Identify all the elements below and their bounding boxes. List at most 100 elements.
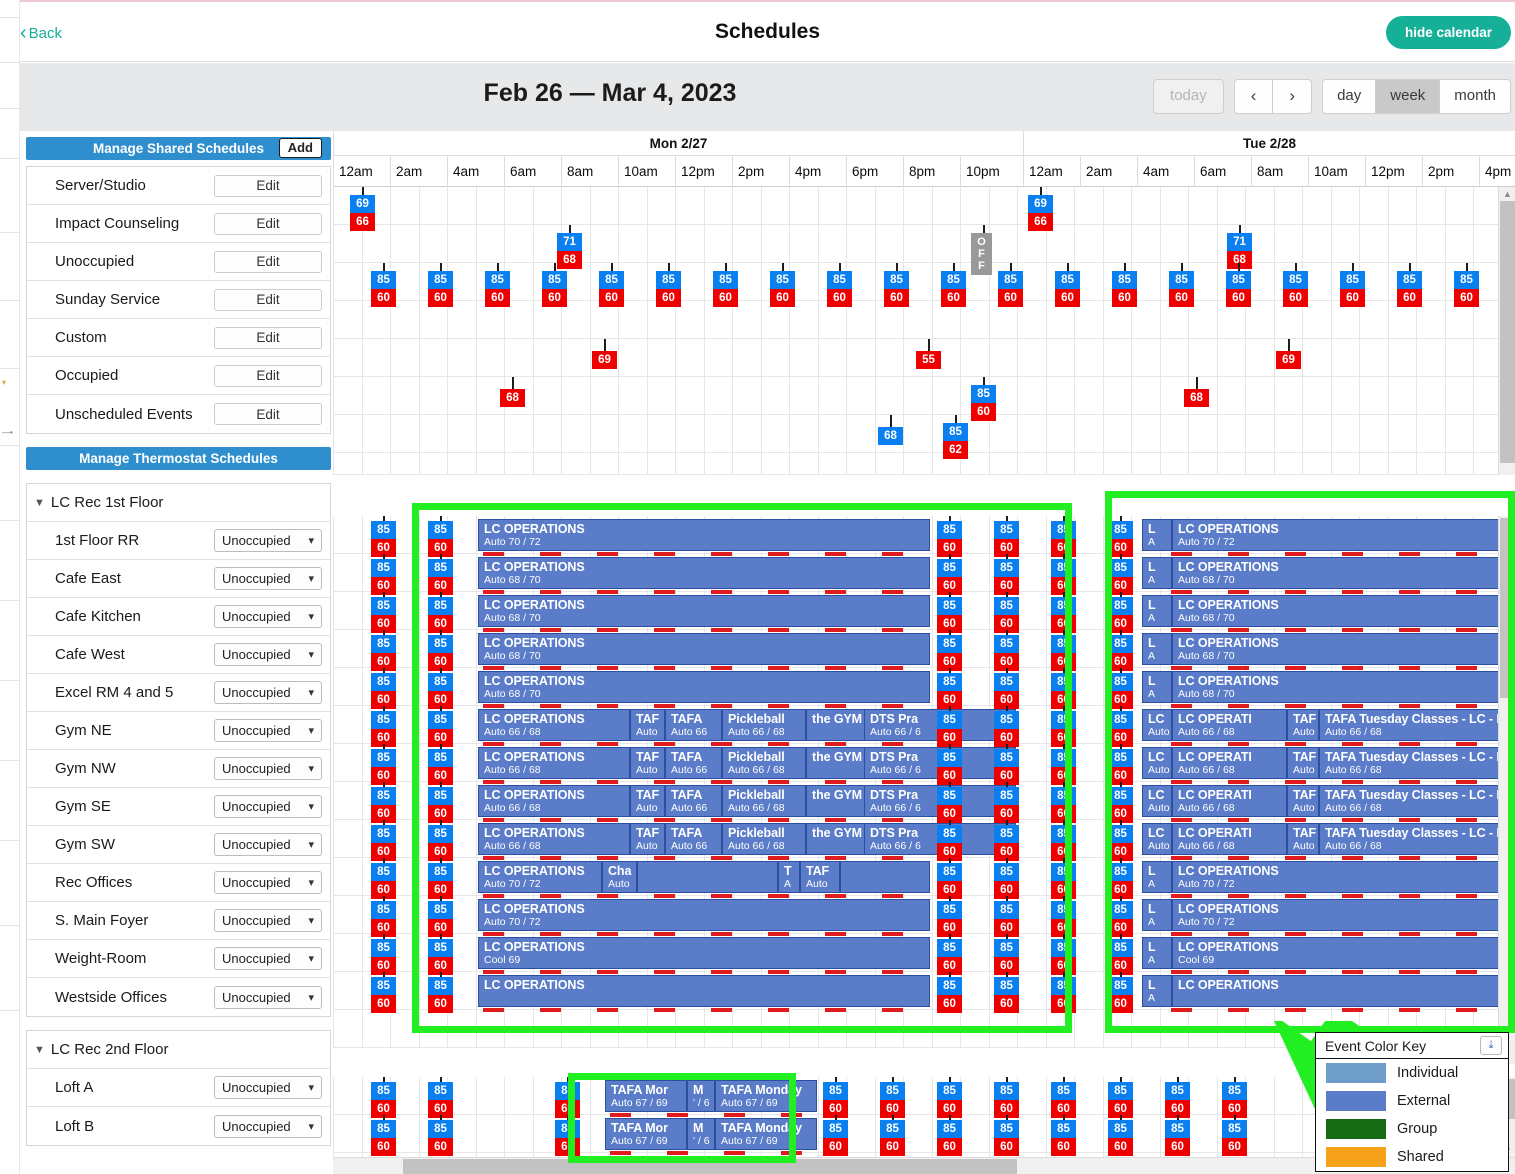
schedule-select[interactable]: Unoccupied ▾ xyxy=(214,1114,322,1138)
calendar-cell[interactable] xyxy=(475,453,504,475)
setpoint-marker[interactable]: 85 60 xyxy=(485,263,510,307)
calendar-cell[interactable] xyxy=(1416,377,1445,415)
calendar-cell[interactable] xyxy=(789,1010,818,1048)
setpoint-marker[interactable]: 85 60 xyxy=(428,706,453,747)
setpoint-marker[interactable]: 85 60 xyxy=(1051,782,1076,823)
calendar-cell[interactable] xyxy=(1188,1115,1217,1153)
calendar-cell[interactable] xyxy=(1188,1077,1217,1115)
calendar-cell[interactable] xyxy=(960,187,989,225)
calendar-cell[interactable] xyxy=(1416,453,1445,475)
calendar-event[interactable]: LC OPERATIONS Auto 68 / 70 xyxy=(478,671,930,703)
schedule-select[interactable]: Unoccupied ▾ xyxy=(214,795,322,818)
calendar-cell[interactable] xyxy=(960,858,989,896)
calendar-cell[interactable] xyxy=(960,1115,989,1153)
calendar-cell[interactable] xyxy=(1074,592,1103,630)
setpoint-marker[interactable]: 85 60 xyxy=(428,592,453,633)
calendar-cell[interactable] xyxy=(931,377,960,415)
calendar-cell[interactable] xyxy=(361,415,390,453)
edit-button[interactable]: Edit xyxy=(214,288,322,311)
setpoint-marker[interactable]: 85 60 xyxy=(937,516,962,557)
calendar-cell[interactable] xyxy=(1387,453,1416,475)
schedule-select[interactable]: Unoccupied ▾ xyxy=(214,605,322,628)
setpoint-marker[interactable]: 85 60 xyxy=(994,706,1019,747)
calendar-cell[interactable] xyxy=(1159,415,1188,453)
calendar-event[interactable]: M ' / 6 xyxy=(687,1080,715,1112)
calendar-event[interactable]: LC OPERATIONS Auto 70 / 72 xyxy=(478,519,930,551)
calendar-event[interactable]: Pickleball Auto 66 / 68 xyxy=(722,709,806,741)
calendar-cell[interactable] xyxy=(1131,1010,1160,1048)
calendar-cell[interactable] xyxy=(390,377,419,415)
setpoint-marker[interactable]: 85 60 xyxy=(994,820,1019,861)
calendar-cell[interactable] xyxy=(903,1115,932,1153)
calendar-cell[interactable] xyxy=(333,1115,362,1153)
calendar-cell[interactable] xyxy=(333,1077,362,1115)
schedule-select[interactable]: Unoccupied ▾ xyxy=(214,567,322,590)
schedule-select[interactable]: Unoccupied ▾ xyxy=(214,1076,322,1099)
setpoint-marker[interactable]: 85 60 xyxy=(1226,263,1251,307)
calendar-cell[interactable] xyxy=(1245,187,1274,225)
calendar-cell[interactable] xyxy=(846,377,875,415)
calendar-event[interactable]: LC OPERATIONS Auto 70 / 72 xyxy=(478,861,602,893)
schedule-select[interactable]: Unoccupied ▾ xyxy=(214,681,322,704)
calendar-cell[interactable] xyxy=(618,1010,647,1048)
calendar-cell[interactable] xyxy=(988,1010,1017,1048)
setpoint-marker[interactable]: 85 60 xyxy=(1112,263,1137,307)
calendar-cell[interactable] xyxy=(1017,858,1046,896)
calendar-cell[interactable] xyxy=(703,377,732,415)
edit-button[interactable]: Edit xyxy=(214,250,322,273)
calendar-event[interactable]: LC Auto xyxy=(1142,709,1172,741)
calendar-event[interactable]: Pickleball Auto 66 / 68 xyxy=(722,823,806,855)
calendar-event[interactable]: TA xyxy=(778,861,800,893)
calendar-cell[interactable] xyxy=(561,377,590,415)
setpoint-marker[interactable]: 85 60 xyxy=(1108,516,1133,557)
calendar-cell[interactable] xyxy=(960,554,989,592)
setpoint-marker[interactable]: 55 xyxy=(916,339,941,377)
calendar-cell[interactable] xyxy=(1074,377,1103,415)
setpoint-marker[interactable]: 85 60 xyxy=(937,858,962,899)
setpoint-marker[interactable]: 85 60 xyxy=(1051,630,1076,671)
setpoint-marker[interactable]: 85 60 xyxy=(1051,1077,1076,1118)
calendar-cell[interactable] xyxy=(1359,339,1388,377)
calendar-cell[interactable] xyxy=(960,516,989,554)
setpoint-marker[interactable]: 85 60 xyxy=(994,744,1019,785)
setpoint-marker[interactable]: 85 60 xyxy=(428,668,453,709)
setpoint-marker[interactable]: 85 60 xyxy=(1051,554,1076,595)
calendar-cell[interactable] xyxy=(1359,225,1388,263)
calendar-cell[interactable] xyxy=(874,339,903,377)
calendar-event[interactable]: TAFA Tuesday Classes - LC - Re Auto 66 / … xyxy=(1319,709,1515,741)
calendar-cell[interactable] xyxy=(475,1115,504,1153)
calendar-cell[interactable] xyxy=(732,1010,761,1048)
calendar-cell[interactable] xyxy=(1074,820,1103,858)
scrollbar-thumb[interactable] xyxy=(1500,518,1515,698)
scrollbar-thumb[interactable] xyxy=(403,1159,1017,1174)
calendar-cell[interactable] xyxy=(589,377,618,415)
calendar-cell[interactable] xyxy=(1017,896,1046,934)
setpoint-marker[interactable]: 85 60 xyxy=(371,668,396,709)
calendar-cell[interactable] xyxy=(1359,187,1388,225)
setpoint-marker[interactable]: 85 60 xyxy=(1108,1115,1133,1156)
calendar-cell[interactable] xyxy=(931,187,960,225)
calendar-cell[interactable] xyxy=(333,858,362,896)
calendar-cell[interactable] xyxy=(1188,415,1217,453)
calendar-cell[interactable] xyxy=(618,225,647,263)
calendar-event[interactable]: LC OPERATIONS Auto 70 / 72 xyxy=(478,899,930,931)
setpoint-marker[interactable]: 85 60 xyxy=(994,934,1019,975)
setpoint-marker[interactable]: 85 60 xyxy=(555,1077,580,1118)
calendar-cell[interactable] xyxy=(760,339,789,377)
setpoint-marker[interactable]: 68 xyxy=(878,415,903,453)
setpoint-marker[interactable]: 85 60 xyxy=(1051,592,1076,633)
calendar-cell[interactable] xyxy=(1131,339,1160,377)
setpoint-marker[interactable]: 85 60 xyxy=(371,820,396,861)
table-row[interactable]: Gym SW Unoccupied ▾ xyxy=(27,826,330,864)
calendar-cell[interactable] xyxy=(960,592,989,630)
event-color-key-header[interactable]: Event Color Key ⤓ xyxy=(1316,1033,1508,1059)
calendar-event[interactable]: LA xyxy=(1142,975,1172,1007)
calendar-cell[interactable] xyxy=(1074,415,1103,453)
edit-button[interactable]: Edit xyxy=(214,326,322,349)
calendar-event[interactable]: LC OPERATI Auto 66 / 68 xyxy=(1172,709,1287,741)
setpoint-marker[interactable]: 85 60 xyxy=(371,592,396,633)
calendar-cell[interactable] xyxy=(1387,415,1416,453)
table-row[interactable]: Loft A Unoccupied ▾ xyxy=(27,1069,330,1107)
setpoint-marker[interactable]: 85 60 xyxy=(1108,934,1133,975)
calendar-cell[interactable] xyxy=(561,453,590,475)
